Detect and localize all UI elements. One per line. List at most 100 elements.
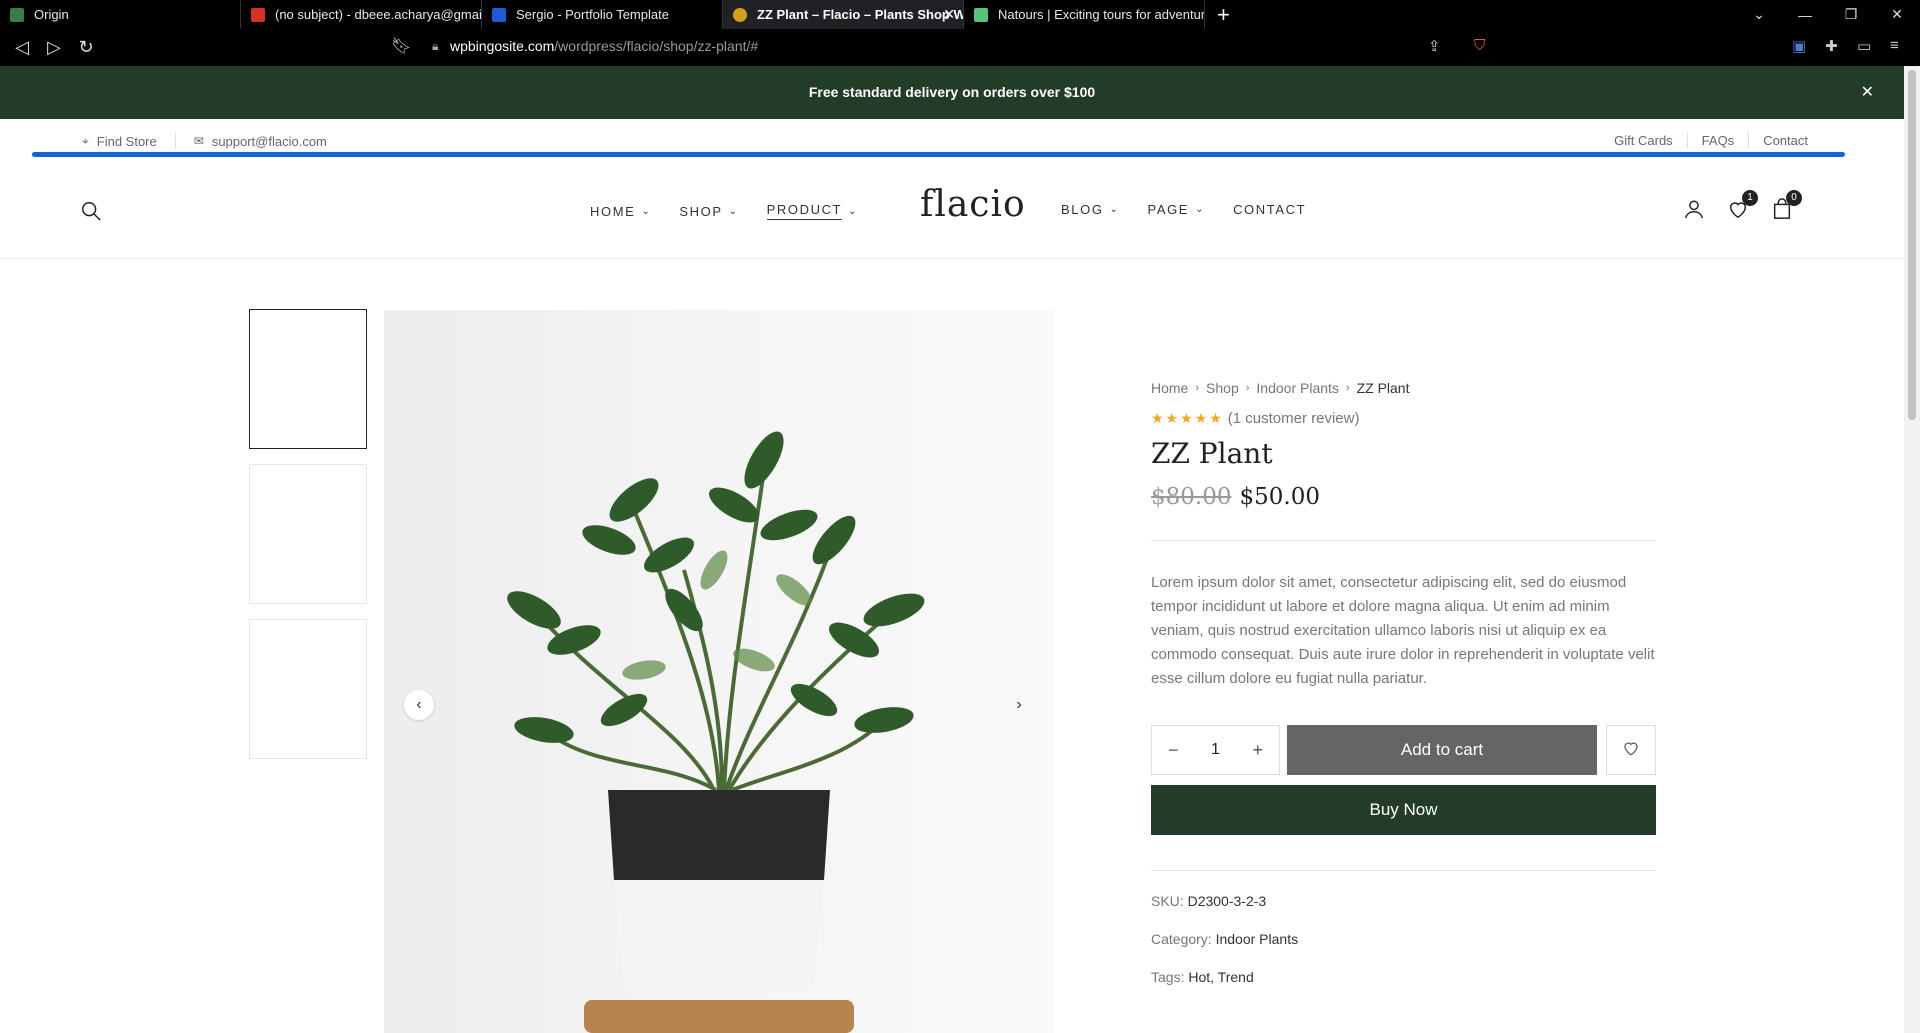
wishlist-count-badge: 1 bbox=[1742, 190, 1758, 206]
main-nav-left: HOME ⌄ SHOP ⌄ PRODUCT ⌄ bbox=[590, 202, 886, 220]
extensions-puzzle-icon[interactable]: ✚ bbox=[1825, 37, 1838, 55]
star-rating-icon: ★★★★★ bbox=[1151, 410, 1224, 426]
faqs-link[interactable]: FAQs bbox=[1686, 133, 1749, 148]
top-info-bar: ⌖ Find Store ✉ support@flacio.com Gift C… bbox=[0, 119, 1904, 164]
forward-icon[interactable]: ▷ bbox=[38, 37, 70, 58]
breadcrumb-category[interactable]: Indoor Plants bbox=[1256, 380, 1339, 396]
breadcrumb-home[interactable]: Home bbox=[1151, 380, 1188, 396]
tab-search-icon[interactable]: ⌄ bbox=[1736, 6, 1782, 23]
minus-icon[interactable]: − bbox=[1168, 740, 1179, 761]
tab-title: Sergio - Portfolio Template bbox=[516, 7, 669, 22]
new-tab-icon[interactable]: + bbox=[1217, 2, 1230, 28]
back-icon[interactable]: ◁ bbox=[6, 37, 38, 58]
url-path: /wordpress/flacio/shop/zz-plant/# bbox=[554, 38, 759, 54]
product-main-image: ‹ › bbox=[384, 310, 1054, 1033]
contact-link[interactable]: Contact bbox=[1748, 133, 1822, 148]
find-store-link[interactable]: ⌖ Find Store bbox=[82, 134, 157, 149]
scrollbar-thumb[interactable] bbox=[1908, 70, 1916, 420]
nav-label: SHOP bbox=[679, 203, 723, 219]
browser-tab-active[interactable]: ZZ Plant – Flacio – Plants Shop W ✕ bbox=[723, 0, 964, 29]
tab-favicon-icon bbox=[492, 7, 506, 22]
nav-label: PAGE bbox=[1147, 202, 1190, 217]
nav-label: CONTACT bbox=[1233, 202, 1307, 217]
url-field[interactable]: wpbingosite.com/wordpress/flacio/shop/zz… bbox=[450, 38, 758, 54]
url-domain: wpbingosite.com bbox=[450, 38, 555, 54]
tags-links[interactable]: Hot, Trend bbox=[1188, 969, 1253, 985]
lock-icon: 🔒︎ bbox=[432, 39, 439, 53]
mail-icon: ✉ bbox=[193, 134, 204, 148]
sku-value: D2300-3-2-3 bbox=[1187, 893, 1267, 909]
email-link[interactable]: ✉ support@flacio.com bbox=[194, 134, 327, 149]
close-icon[interactable]: ✕ bbox=[1861, 66, 1874, 119]
sku-row: SKU: D2300-3-2-3 bbox=[1151, 893, 1656, 909]
extension-icon[interactable]: ▣ bbox=[1792, 37, 1806, 55]
restore-icon[interactable]: ❐ bbox=[1828, 6, 1874, 23]
thumbnail[interactable] bbox=[249, 619, 367, 759]
tab-title: Natours | Exciting tours for adventuro bbox=[998, 7, 1205, 22]
minimize-icon[interactable]: — bbox=[1782, 7, 1828, 23]
sidebar-icon[interactable]: ▭ bbox=[1857, 37, 1871, 55]
nav-item-home[interactable]: HOME ⌄ bbox=[590, 202, 651, 220]
divider bbox=[1151, 540, 1656, 541]
breadcrumb-shop[interactable]: Shop bbox=[1206, 380, 1239, 396]
tab-title: (no subject) - dbeee.acharya@gmail.c bbox=[275, 7, 482, 22]
nav-item-contact[interactable]: CONTACT bbox=[1233, 202, 1306, 217]
reload-icon[interactable]: ↻ bbox=[70, 37, 102, 58]
chevron-right-icon: › bbox=[1195, 382, 1200, 394]
search-icon[interactable] bbox=[80, 200, 102, 222]
add-to-cart-row: − 1 + Add to cart bbox=[1151, 725, 1656, 775]
chevron-down-icon: ⌄ bbox=[728, 205, 739, 217]
browser-tab[interactable]: Origin bbox=[0, 0, 241, 29]
nav-label: BLOG bbox=[1061, 202, 1104, 217]
nav-item-product[interactable]: PRODUCT ⌄ bbox=[766, 202, 858, 220]
bookmark-icon[interactable]: 🔖︎ bbox=[391, 36, 411, 56]
product-description: Lorem ipsum dolor sit amet, consectetur … bbox=[1151, 574, 1655, 687]
thumbnail[interactable] bbox=[249, 309, 367, 449]
browser-tab[interactable]: Sergio - Portfolio Template bbox=[482, 0, 723, 29]
add-to-wishlist-button[interactable] bbox=[1606, 725, 1656, 775]
tags-row: Tags: Hot, Trend bbox=[1151, 969, 1656, 985]
nav-item-page[interactable]: PAGE ⌄ bbox=[1148, 202, 1206, 217]
next-image-button[interactable]: › bbox=[1004, 690, 1034, 720]
sku-label: SKU: bbox=[1151, 893, 1184, 909]
cart-icon[interactable]: 0 bbox=[1760, 190, 1804, 226]
site-logo[interactable]: flacio bbox=[920, 184, 1026, 225]
category-link[interactable]: Indoor Plants bbox=[1216, 931, 1299, 947]
buy-now-button[interactable]: Buy Now bbox=[1151, 785, 1656, 835]
product-info: Home › Shop › Indoor Plants › ZZ Plant ★… bbox=[1151, 380, 1656, 985]
chevron-right-icon: › bbox=[1345, 382, 1350, 394]
review-link[interactable]: (1 customer review) bbox=[1228, 410, 1360, 427]
product-rating: ★★★★★ (1 customer review) bbox=[1151, 410, 1656, 427]
close-window-icon[interactable]: ✕ bbox=[1874, 6, 1920, 23]
nav-label: PRODUCT bbox=[766, 202, 843, 220]
account-icon[interactable] bbox=[1672, 198, 1716, 226]
quantity-value[interactable]: 1 bbox=[1211, 741, 1220, 759]
browser-tab[interactable]: Natours | Exciting tours for adventuro bbox=[964, 0, 1205, 29]
menu-icon[interactable]: ≡ bbox=[1890, 37, 1899, 54]
nav-label: HOME bbox=[590, 203, 636, 219]
category-label: Category: bbox=[1151, 931, 1212, 947]
share-icon[interactable]: ⇪ bbox=[1428, 37, 1441, 55]
chevron-down-icon: ⌄ bbox=[641, 205, 652, 217]
thumbnail[interactable] bbox=[249, 464, 367, 604]
brave-shield-icon[interactable]: ⛉ bbox=[1474, 37, 1485, 54]
close-tab-icon[interactable]: ✕ bbox=[943, 6, 955, 23]
nav-item-blog[interactable]: BLOG ⌄ bbox=[1061, 202, 1120, 217]
plus-icon[interactable]: + bbox=[1252, 740, 1263, 761]
gift-cards-link[interactable]: Gift Cards bbox=[1600, 133, 1687, 148]
nav-item-shop[interactable]: SHOP ⌄ bbox=[679, 202, 738, 220]
main-nav-right: BLOG ⌄ PAGE ⌄ CONTACT bbox=[1061, 202, 1334, 217]
tab-title: Origin bbox=[34, 7, 69, 22]
plant-image bbox=[507, 431, 925, 1033]
tags-label: Tags: bbox=[1151, 969, 1185, 985]
product-thumbnails bbox=[249, 309, 367, 774]
window-controls: ⌄ — ❐ ✕ bbox=[1736, 0, 1920, 29]
page-scrollbar[interactable] bbox=[1904, 66, 1920, 1033]
wishlist-icon[interactable]: 1 bbox=[1716, 190, 1760, 226]
product-price: $80.00 $50.00 bbox=[1151, 484, 1656, 510]
cart-count-badge: 0 bbox=[1786, 190, 1802, 206]
add-to-cart-button[interactable]: Add to cart bbox=[1287, 725, 1597, 775]
browser-tab[interactable]: (no subject) - dbeee.acharya@gmail.c bbox=[241, 0, 482, 29]
chevron-down-icon: ⌄ bbox=[1195, 204, 1206, 215]
prev-image-button[interactable]: ‹ bbox=[404, 690, 434, 720]
